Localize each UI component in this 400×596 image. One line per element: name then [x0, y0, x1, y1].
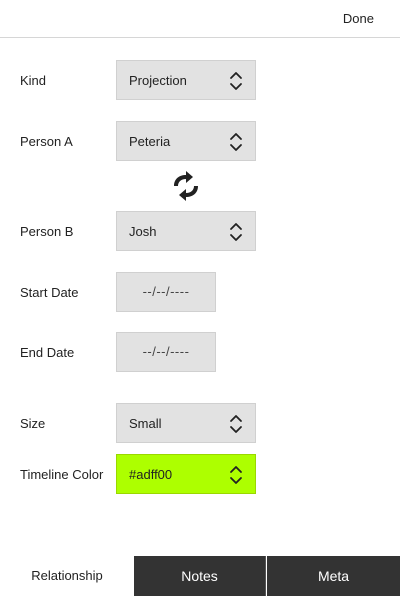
- timeline-color-select[interactable]: #adff00: [116, 454, 256, 494]
- tab-relationship[interactable]: Relationship: [0, 556, 134, 596]
- chevron-up-down-icon: [230, 133, 242, 151]
- timeline-color-value: #adff00: [129, 467, 173, 482]
- person-b-value: Josh: [129, 224, 157, 239]
- person-a-label: Person A: [20, 134, 73, 149]
- person-b-select[interactable]: Josh: [116, 211, 256, 251]
- start-date-input[interactable]: --/--/----: [116, 272, 216, 312]
- person-a-select[interactable]: Peteria: [116, 121, 256, 161]
- bottom-tab-bar: Relationship Notes Meta: [0, 556, 400, 596]
- start-date-label: Start Date: [20, 285, 79, 300]
- top-bar: Done: [0, 0, 400, 38]
- end-date-label: End Date: [20, 345, 75, 360]
- chevron-up-down-icon: [230, 72, 242, 90]
- chevron-up-down-icon: [230, 466, 242, 484]
- tab-meta[interactable]: Meta: [267, 556, 400, 596]
- size-label: Size: [20, 416, 46, 431]
- timeline-color-label: Timeline Color: [20, 467, 104, 482]
- done-button[interactable]: Done: [343, 11, 374, 26]
- kind-label: Kind: [20, 73, 47, 88]
- person-a-value: Peteria: [129, 134, 171, 149]
- tab-notes[interactable]: Notes: [134, 556, 266, 596]
- size-select[interactable]: Small: [116, 403, 256, 443]
- chevron-up-down-icon: [230, 415, 242, 433]
- kind-value: Projection: [129, 73, 187, 88]
- chevron-up-down-icon: [230, 223, 242, 241]
- size-value: Small: [129, 416, 162, 431]
- kind-select[interactable]: Projection: [116, 60, 256, 100]
- person-b-label: Person B: [20, 224, 74, 239]
- swap-arrows-icon[interactable]: [170, 170, 202, 202]
- end-date-input[interactable]: --/--/----: [116, 332, 216, 372]
